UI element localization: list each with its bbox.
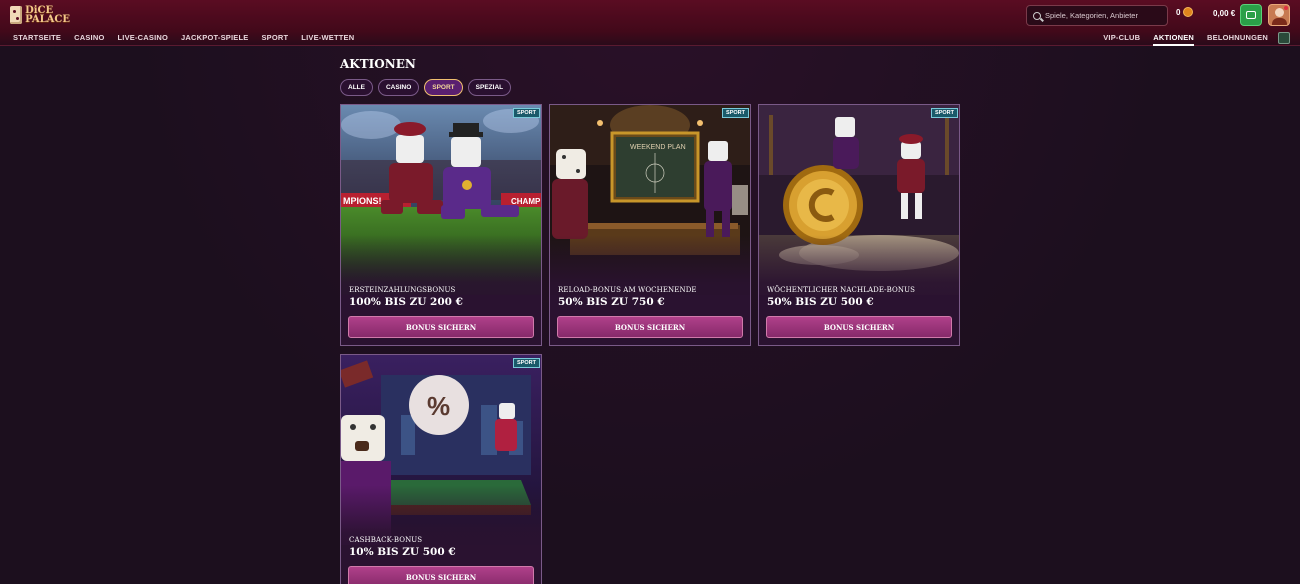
avatar-body [1272, 18, 1287, 25]
sport-badge: SPORT [513, 358, 540, 368]
sport-badge: SPORT [513, 108, 540, 118]
promo-offer: 50% BIS ZU 750 € [558, 296, 665, 308]
nav-item-startseite[interactable]: STARTSEITE [13, 33, 61, 42]
promo-card-cashback[interactable]: % SPORT CASHBACK-BONUS 10% BIS ZU 500 € … [340, 354, 542, 584]
avatar-head [1275, 8, 1284, 17]
main-nav: STARTSEITE CASINO LIVE-CASINO JACKPOT-SP… [13, 33, 354, 42]
logo[interactable]: DiCE PALACE [10, 4, 70, 26]
filter-chip-alle[interactable]: ALLE [340, 79, 373, 96]
search-box[interactable] [1026, 5, 1168, 26]
filter-chip-sport[interactable]: SPORT [424, 79, 463, 96]
language-flag-icon[interactable] [1278, 32, 1290, 44]
claim-bonus-button[interactable]: BONUS SICHERN [766, 316, 952, 338]
sport-badge: SPORT [931, 108, 958, 118]
nav-item-live-casino[interactable]: LIVE-CASINO [118, 33, 169, 42]
logo-line-2: PALACE [25, 14, 70, 25]
search-icon [1033, 11, 1041, 20]
promo-offer: 50% BIS ZU 500 € [767, 296, 874, 308]
wallet-button[interactable] [1240, 4, 1262, 26]
promo-title: WÖCHENTLICHER NACHLADE-BONUS [767, 286, 915, 294]
claim-bonus-button[interactable]: BONUS SICHERN [348, 316, 534, 338]
search-input[interactable] [1045, 11, 1163, 20]
promo-card-weekly-reload[interactable]: SPORT WÖCHENTLICHER NACHLADE-BONUS 50% B… [758, 104, 960, 346]
nav-item-aktionen[interactable]: AKTIONEN [1153, 33, 1194, 46]
promo-offer: 100% BIS ZU 200 € [349, 296, 463, 308]
coin-count: 0 [1176, 7, 1181, 17]
nav-item-belohnungen[interactable]: BELOHNUNGEN [1207, 33, 1268, 42]
nav-item-casino[interactable]: CASINO [74, 33, 104, 42]
nav-item-live-wetten[interactable]: LIVE-WETTEN [301, 33, 354, 42]
claim-bonus-button[interactable]: BONUS SICHERN [348, 566, 534, 584]
board-title: WEEKEND PLAN [630, 144, 686, 151]
dice-logo-icon [10, 6, 23, 24]
coin-icon [1183, 7, 1194, 17]
promo-title: RELOAD-BONUS AM WOCHENENDE [558, 286, 697, 294]
promo-title: CASHBACK-BONUS [349, 536, 423, 544]
nav-item-vip-club[interactable]: VIP-CLUB [1103, 33, 1140, 42]
filter-chip-casino[interactable]: CASINO [377, 79, 420, 96]
nav-item-sport[interactable]: SPORT [261, 33, 288, 42]
logo-text: DiCE PALACE [25, 6, 70, 25]
sport-badge: SPORT [722, 108, 749, 118]
banner-text-right: CHAMP [511, 197, 541, 206]
filter-chip-spezial[interactable]: SPEZIAL [467, 79, 512, 96]
promo-title: ERSTEINZAHLUNGSBONUS [349, 286, 456, 294]
account-balance: 0,00 € [1213, 9, 1236, 18]
wallet-icon [1246, 11, 1256, 19]
promo-card-weekend-reload[interactable]: WEEKEND PLAN SPORT RELOAD-BONUS AM WOCHE… [549, 104, 751, 346]
secondary-nav: VIP-CLUB AKTIONEN BELOHNUNGEN [1103, 33, 1268, 46]
promo-offer: 10% BIS ZU 500 € [349, 546, 456, 558]
promo-card-first-deposit[interactable]: MPIONS! CHAMP SPORT ERSTEINZAHLUNGSBONUS… [340, 104, 542, 346]
notification-dot [1284, 6, 1288, 10]
percent-sign: % [427, 391, 450, 421]
filter-chips: ALLE CASINO SPORT SPEZIAL [340, 79, 512, 96]
nav-item-jackpot-spiele[interactable]: JACKPOT-SPIELE [181, 33, 248, 42]
claim-bonus-button[interactable]: BONUS SICHERN [557, 316, 743, 338]
banner-text-left: MPIONS! [343, 196, 382, 206]
top-bar: DiCE PALACE STARTSEITE CASINO LIVE-CASIN… [0, 0, 1300, 46]
coin-balance[interactable]: 0 [1176, 7, 1194, 17]
page-title: AKTIONEN [340, 57, 416, 71]
avatar[interactable] [1268, 4, 1290, 26]
